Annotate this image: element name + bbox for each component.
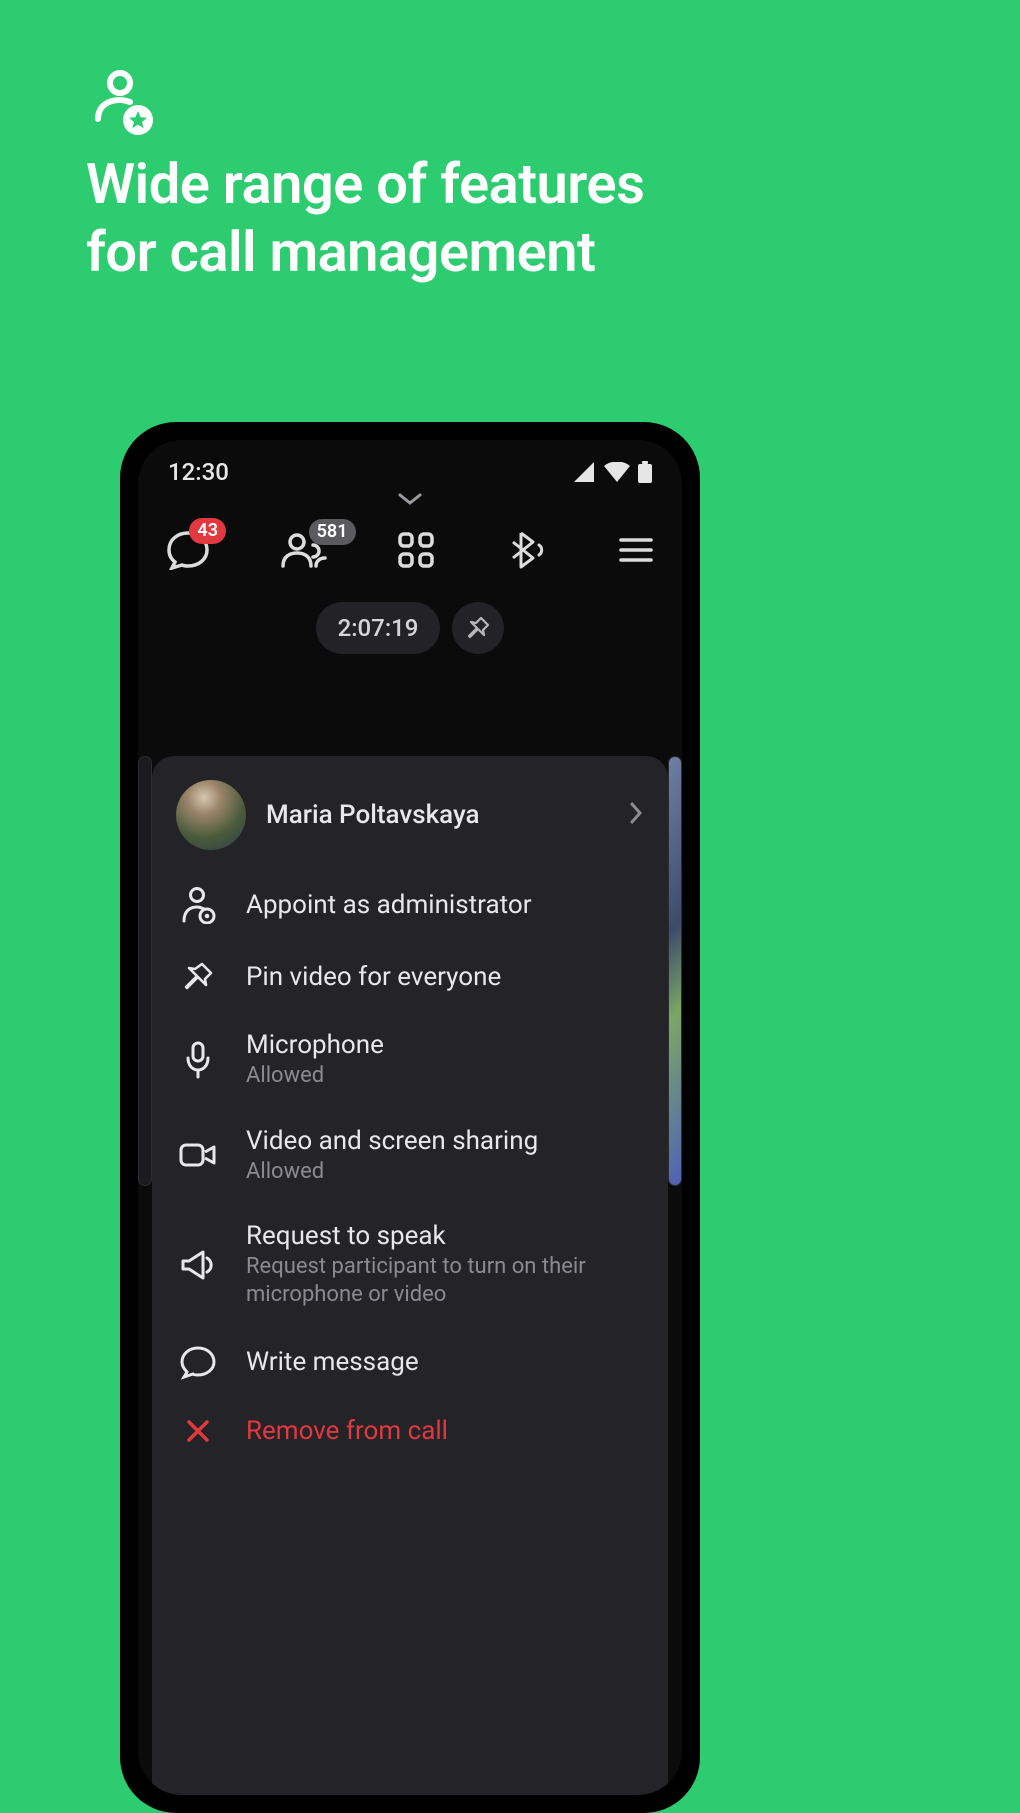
menu-request-speak[interactable]: Request to speak Request participant to … — [174, 1203, 646, 1326]
phone-screen: 12:30 43 581 — [138, 440, 682, 1795]
microphone-icon — [176, 1040, 220, 1080]
status-indicators — [572, 461, 652, 483]
participants-button[interactable]: 581 — [280, 531, 328, 573]
bluetooth-audio-icon — [505, 530, 549, 570]
chevron-right-icon — [628, 800, 644, 830]
menu-label: Pin video for everyone — [246, 962, 501, 992]
pin-button[interactable] — [452, 602, 504, 654]
bluetooth-audio-button[interactable] — [505, 530, 549, 574]
close-icon — [176, 1417, 220, 1445]
hamburger-icon — [618, 535, 654, 565]
menu-label: Remove from call — [246, 1416, 448, 1446]
menu-label: Write message — [246, 1347, 419, 1377]
menu-microphone[interactable]: Microphone Allowed — [174, 1012, 646, 1108]
message-icon — [176, 1344, 220, 1380]
menu-video-sharing[interactable]: Video and screen sharing Allowed — [174, 1108, 646, 1204]
pin-icon — [465, 615, 491, 641]
menu-sublabel: Allowed — [246, 1062, 384, 1090]
grid-icon — [397, 531, 435, 569]
participant-header[interactable]: Maria Poltavskaya — [174, 774, 646, 868]
menu-appoint-admin[interactable]: Appoint as administrator — [174, 868, 646, 942]
participant-actions-sheet: Maria Poltavskaya Appoint as administrat… — [152, 756, 668, 1795]
menu-label: Video and screen sharing — [246, 1126, 538, 1156]
menu-button[interactable] — [618, 535, 654, 569]
chat-button[interactable]: 43 — [166, 530, 210, 574]
menu-write-message[interactable]: Write message — [174, 1326, 646, 1398]
video-icon — [176, 1140, 220, 1170]
menu-pin-video[interactable]: Pin video for everyone — [174, 942, 646, 1012]
status-bar: 12:30 — [138, 440, 682, 496]
megaphone-icon — [176, 1248, 220, 1282]
menu-sublabel: Allowed — [246, 1158, 538, 1186]
promo-headline: Wide range of features for call manageme… — [86, 150, 644, 287]
pin-icon — [176, 960, 220, 994]
participants-badge: 581 — [309, 519, 356, 545]
call-duration: 2:07:19 — [316, 602, 441, 654]
menu-label: Appoint as administrator — [246, 890, 532, 920]
admin-icon — [176, 886, 220, 924]
chevron-down-icon[interactable] — [396, 490, 424, 512]
grid-button[interactable] — [397, 531, 435, 573]
battery-icon — [638, 461, 652, 483]
video-tile — [138, 756, 152, 1186]
chat-badge: 43 — [189, 518, 226, 544]
cellular-icon — [572, 462, 596, 482]
phone-frame: 12:30 43 581 — [120, 422, 700, 1813]
promo-feature-icon — [92, 70, 154, 140]
menu-label: Microphone — [246, 1030, 384, 1060]
video-tile — [668, 756, 682, 1186]
call-timer-row: 2:07:19 — [138, 602, 682, 654]
participant-name: Maria Poltavskaya — [266, 800, 608, 830]
menu-remove-call[interactable]: Remove from call — [174, 1398, 646, 1464]
wifi-icon — [604, 462, 630, 482]
menu-sublabel: Request participant to turn on their mic… — [246, 1253, 644, 1308]
menu-label: Request to speak — [246, 1221, 644, 1251]
avatar — [176, 780, 246, 850]
status-time: 12:30 — [168, 458, 229, 486]
